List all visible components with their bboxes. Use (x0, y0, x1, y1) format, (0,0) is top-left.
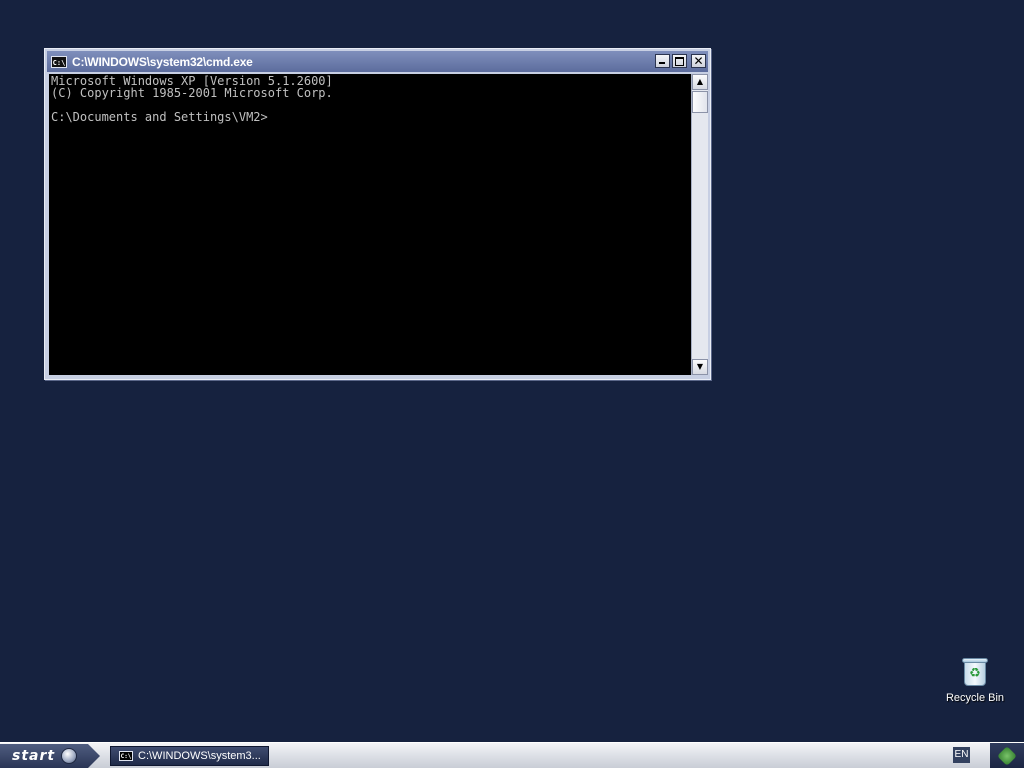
recycle-bin-icon[interactable]: ♻ (960, 656, 990, 688)
start-label: start (12, 748, 56, 764)
console-line: (C) Copyright 1985-2001 Microsoft Corp. (51, 86, 333, 100)
scroll-down-button[interactable]: ▼ (692, 359, 708, 375)
cmd-titlebar[interactable]: C:\ C:\WINDOWS\system32\cmd.exe ✕ (47, 51, 708, 72)
windows-logo-icon (61, 748, 78, 764)
recycle-bin-label[interactable]: Recycle Bin (940, 692, 1010, 704)
taskbar: start C:\ C:\WINDOWS\system3... EN (0, 742, 1024, 768)
close-button[interactable]: ✕ (691, 54, 706, 68)
cmd-icon: C:\ (119, 751, 133, 761)
recycle-symbol-icon: ♻ (964, 662, 986, 686)
maximize-button[interactable] (672, 54, 687, 68)
network-tray-icon[interactable] (997, 745, 1017, 766)
minimize-button[interactable] (655, 54, 670, 68)
scroll-up-button[interactable]: ▲ (692, 74, 708, 90)
console-output[interactable]: Microsoft Windows XP [Version 5.1.2600] … (49, 74, 691, 375)
taskbar-button-cmd[interactable]: C:\ C:\WINDOWS\system3... (110, 746, 269, 766)
window-controls: ✕ (655, 54, 706, 68)
start-button[interactable]: start (0, 744, 100, 768)
window-title: C:\WINDOWS\system32\cmd.exe (72, 54, 253, 69)
desktop: C:\ C:\WINDOWS\system32\cmd.exe ✕ Micros… (0, 0, 1024, 742)
language-indicator[interactable]: EN (953, 747, 970, 763)
cmd-icon: C:\ (51, 55, 67, 68)
taskbar-button-label: C:\WINDOWS\system3... (138, 750, 261, 762)
scroll-thumb[interactable] (692, 91, 708, 113)
cmd-window[interactable]: C:\ C:\WINDOWS\system32\cmd.exe ✕ Micros… (44, 48, 711, 380)
desktop-icon-recycle-bin[interactable]: ♻ Recycle Bin (940, 656, 1010, 704)
command-prompt[interactable]: C:\Documents and Settings\VM2> (51, 111, 689, 123)
system-tray (990, 743, 1024, 768)
vertical-scrollbar[interactable]: ▲ ▼ (691, 74, 708, 375)
